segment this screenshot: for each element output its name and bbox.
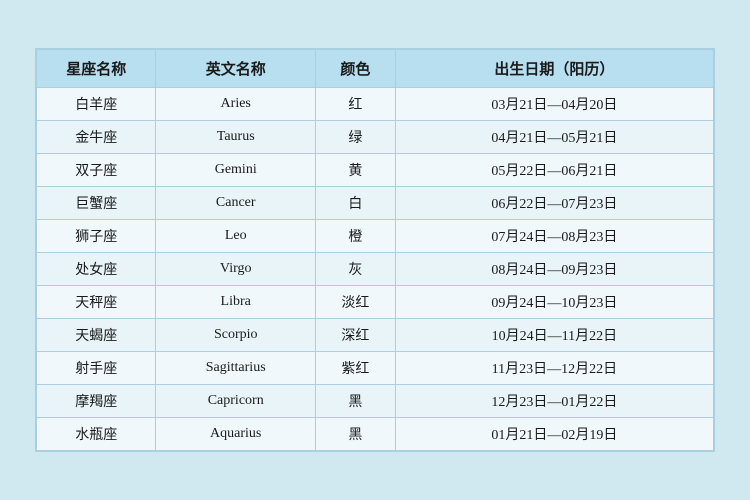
cell-chinese: 金牛座	[37, 121, 156, 154]
table-row: 处女座Virgo灰08月24日—09月23日	[37, 253, 714, 286]
cell-chinese: 天蝎座	[37, 319, 156, 352]
table-row: 巨蟹座Cancer白06月22日—07月23日	[37, 187, 714, 220]
cell-color: 黑	[315, 385, 395, 418]
cell-date: 08月24日—09月23日	[395, 253, 713, 286]
table-row: 白羊座Aries红03月21日—04月20日	[37, 88, 714, 121]
header-color: 颜色	[315, 50, 395, 88]
cell-english: Gemini	[156, 154, 316, 187]
cell-date: 01月21日—02月19日	[395, 418, 713, 451]
cell-english: Libra	[156, 286, 316, 319]
cell-color: 深红	[315, 319, 395, 352]
header-date: 出生日期（阳历）	[395, 50, 713, 88]
cell-english: Virgo	[156, 253, 316, 286]
table-row: 射手座Sagittarius紫红11月23日—12月22日	[37, 352, 714, 385]
table-row: 天蝎座Scorpio深红10月24日—11月22日	[37, 319, 714, 352]
cell-chinese: 处女座	[37, 253, 156, 286]
cell-color: 红	[315, 88, 395, 121]
cell-color: 灰	[315, 253, 395, 286]
cell-english: Aries	[156, 88, 316, 121]
header-english: 英文名称	[156, 50, 316, 88]
cell-color: 橙	[315, 220, 395, 253]
cell-english: Leo	[156, 220, 316, 253]
table-row: 天秤座Libra淡红09月24日—10月23日	[37, 286, 714, 319]
cell-english: Capricorn	[156, 385, 316, 418]
table-header-row: 星座名称 英文名称 颜色 出生日期（阳历）	[37, 50, 714, 88]
table-row: 狮子座Leo橙07月24日—08月23日	[37, 220, 714, 253]
cell-date: 04月21日—05月21日	[395, 121, 713, 154]
cell-english: Taurus	[156, 121, 316, 154]
cell-english: Aquarius	[156, 418, 316, 451]
cell-date: 06月22日—07月23日	[395, 187, 713, 220]
table-row: 双子座Gemini黄05月22日—06月21日	[37, 154, 714, 187]
cell-color: 淡红	[315, 286, 395, 319]
cell-date: 05月22日—06月21日	[395, 154, 713, 187]
table-row: 摩羯座Capricorn黑12月23日—01月22日	[37, 385, 714, 418]
cell-chinese: 双子座	[37, 154, 156, 187]
header-chinese: 星座名称	[37, 50, 156, 88]
cell-chinese: 白羊座	[37, 88, 156, 121]
cell-chinese: 射手座	[37, 352, 156, 385]
cell-date: 12月23日—01月22日	[395, 385, 713, 418]
table-row: 金牛座Taurus绿04月21日—05月21日	[37, 121, 714, 154]
table-body: 白羊座Aries红03月21日—04月20日金牛座Taurus绿04月21日—0…	[37, 88, 714, 451]
cell-color: 紫红	[315, 352, 395, 385]
cell-date: 03月21日—04月20日	[395, 88, 713, 121]
cell-date: 09月24日—10月23日	[395, 286, 713, 319]
zodiac-table: 星座名称 英文名称 颜色 出生日期（阳历） 白羊座Aries红03月21日—04…	[36, 49, 714, 451]
cell-chinese: 摩羯座	[37, 385, 156, 418]
cell-date: 10月24日—11月22日	[395, 319, 713, 352]
cell-date: 07月24日—08月23日	[395, 220, 713, 253]
cell-color: 绿	[315, 121, 395, 154]
table-row: 水瓶座Aquarius黑01月21日—02月19日	[37, 418, 714, 451]
cell-color: 白	[315, 187, 395, 220]
cell-color: 黑	[315, 418, 395, 451]
cell-english: Scorpio	[156, 319, 316, 352]
cell-english: Sagittarius	[156, 352, 316, 385]
cell-english: Cancer	[156, 187, 316, 220]
cell-date: 11月23日—12月22日	[395, 352, 713, 385]
zodiac-table-container: 星座名称 英文名称 颜色 出生日期（阳历） 白羊座Aries红03月21日—04…	[35, 48, 715, 452]
cell-chinese: 巨蟹座	[37, 187, 156, 220]
cell-chinese: 天秤座	[37, 286, 156, 319]
cell-chinese: 狮子座	[37, 220, 156, 253]
cell-color: 黄	[315, 154, 395, 187]
cell-chinese: 水瓶座	[37, 418, 156, 451]
